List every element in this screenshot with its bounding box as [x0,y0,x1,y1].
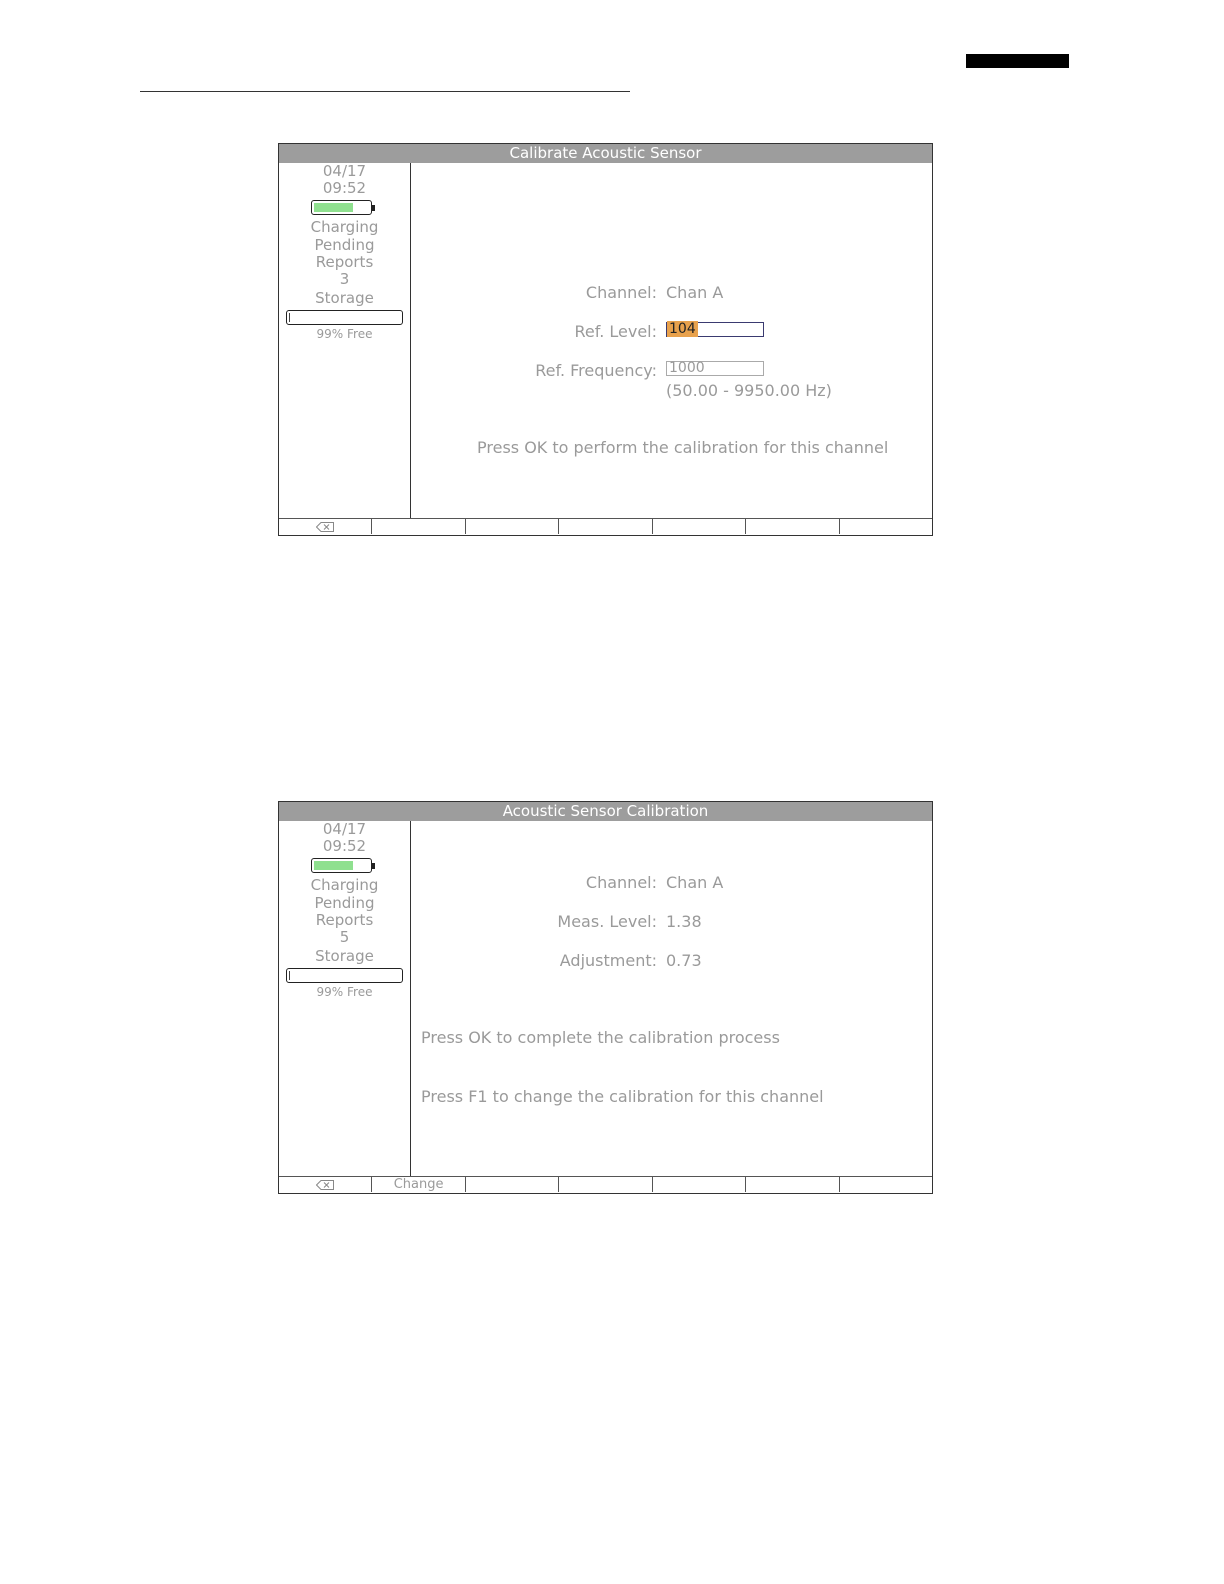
channel-label: Channel: [585,283,657,302]
battery-icon [311,858,375,873]
back-key[interactable] [279,1177,373,1192]
instruction-text: Press OK to perform the calibration for … [477,438,889,457]
battery-level-fill [314,203,353,212]
channel-value: Chan A [666,873,724,892]
f5-key[interactable] [746,519,840,534]
storage-label: Storage [315,947,374,965]
f4-key[interactable] [653,1177,747,1192]
battery-status-text: Charging [310,218,379,236]
f6-key[interactable] [840,1177,932,1192]
ref-level-input[interactable]: 104 [666,321,764,337]
adjustment-value: 0.73 [666,951,702,970]
status-sidebar: 04/17 09:52 Charging Pending Reports 3 S… [279,163,411,519]
f5-key[interactable] [746,1177,840,1192]
function-key-bar: Change [279,1176,932,1193]
pending-count: 5 [339,928,350,946]
function-key-bar [279,518,932,535]
change-button[interactable]: Change [372,1177,466,1192]
channel-label: Channel: [585,873,657,892]
f2-key[interactable] [466,1177,560,1192]
instruction-ok-text: Press OK to complete the calibration pro… [421,1028,780,1047]
meas-level-value: 1.38 [666,912,702,931]
date-text: 04/17 [322,820,367,838]
f3-key[interactable] [559,1177,653,1192]
main-panel: Channel: Chan A Meas. Level: 1.38 Adjust… [411,821,932,1177]
pending-label: Pending [314,894,375,912]
acoustic-sensor-calibration-screen: Acoustic Sensor Calibration 04/17 09:52 … [278,801,933,1194]
channel-value: Chan A [666,283,724,302]
ref-frequency-input[interactable]: 1000 [666,361,764,376]
main-panel: Channel: Chan A Ref. Level: 104 Ref. Fre… [411,163,932,519]
meas-level-label: Meas. Level: [557,912,657,931]
ref-frequency-label: Ref. Frequency: [535,361,657,380]
storage-bar [286,968,403,983]
screen-title: Calibrate Acoustic Sensor [279,144,932,163]
time-text: 09:52 [322,179,367,197]
f4-key[interactable] [653,519,747,534]
pending-count: 3 [339,270,350,288]
time-text: 09:52 [322,837,367,855]
battery-status-text: Charging [310,876,379,894]
f1-key[interactable] [372,519,466,534]
ref-level-label: Ref. Level: [574,322,657,341]
screen-title: Acoustic Sensor Calibration [279,802,932,821]
reports-label: Reports [315,253,374,271]
status-sidebar: 04/17 09:52 Charging Pending Reports 5 S… [279,821,411,1177]
storage-label: Storage [315,289,374,307]
date-text: 04/17 [322,162,367,180]
battery-icon [311,200,375,215]
f3-key[interactable] [559,519,653,534]
ref-level-value: 104 [667,321,698,337]
storage-free-text: 99% Free [316,327,373,341]
pending-label: Pending [314,236,375,254]
calibrate-acoustic-sensor-screen: Calibrate Acoustic Sensor 04/17 09:52 Ch… [278,143,933,536]
header-redaction-block [966,54,1069,68]
backspace-icon [316,1180,335,1190]
header-rule [140,91,630,92]
back-key[interactable] [279,519,373,534]
backspace-icon [316,522,335,532]
battery-level-fill [314,861,353,870]
storage-free-text: 99% Free [316,985,373,999]
adjustment-label: Adjustment: [559,951,657,970]
instruction-f1-text: Press F1 to change the calibration for t… [421,1087,824,1106]
storage-bar [286,310,403,325]
f2-key[interactable] [466,519,560,534]
reports-label: Reports [315,911,374,929]
f6-key[interactable] [840,519,932,534]
ref-frequency-range: (50.00 - 9950.00 Hz) [666,381,832,400]
